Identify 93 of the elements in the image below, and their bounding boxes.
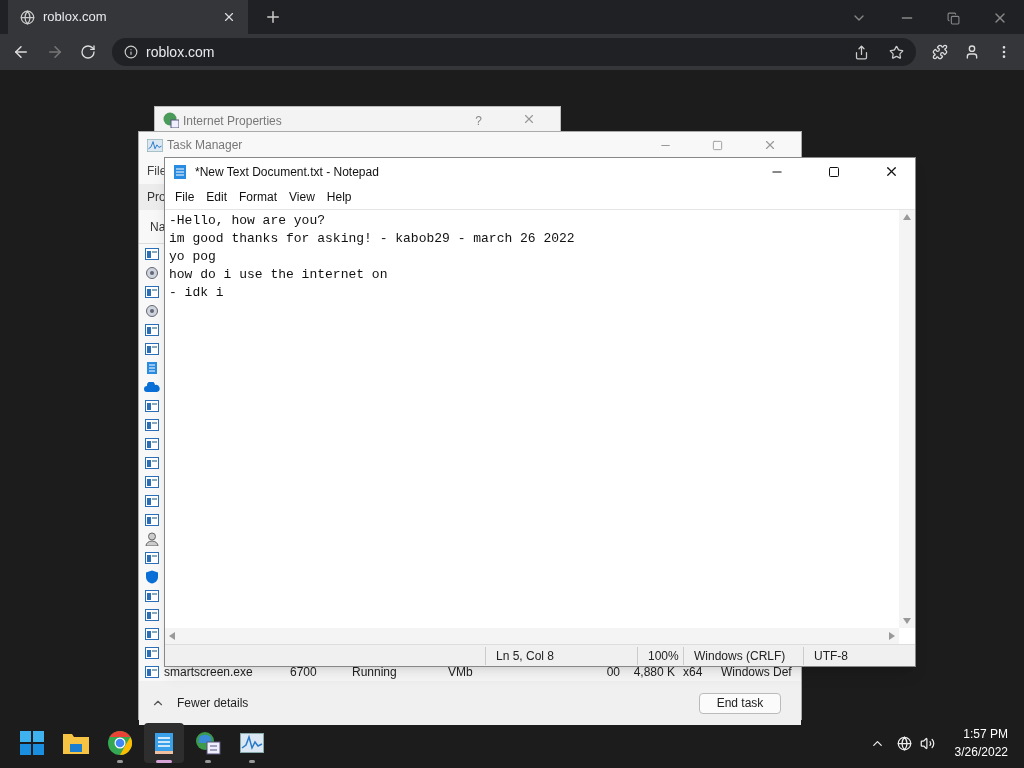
menu-item[interactable]: View (283, 188, 321, 206)
restore-icon[interactable] (947, 11, 960, 25)
info-icon (124, 45, 138, 59)
folder-icon (63, 732, 89, 754)
text-line: how do i use the internet on (169, 266, 389, 284)
window-icon (145, 589, 159, 602)
browser-tab[interactable]: roblox.com (8, 0, 248, 34)
scroll-up-icon[interactable] (903, 214, 911, 220)
status-item: 100% (637, 646, 683, 665)
globe-settings-icon (163, 112, 179, 128)
chrome-icon (108, 731, 132, 755)
running-indicator (156, 760, 172, 763)
maximize-icon[interactable] (828, 165, 840, 178)
window-icon (145, 551, 159, 564)
cloud-icon (144, 381, 160, 392)
window-icon (145, 399, 159, 412)
status-item: Windows (CRLF) (683, 646, 803, 665)
new-tab-icon[interactable] (264, 8, 282, 26)
window-title: Task Manager (167, 137, 244, 154)
table-cell-text: x64 (682, 663, 704, 681)
window-icon (145, 456, 159, 469)
window-icon (145, 418, 159, 431)
clock-date[interactable]: 3/26/2022 (954, 743, 1008, 761)
table-cell-text: VMb (448, 663, 474, 681)
text-line: yo pog (169, 248, 217, 266)
network-icon[interactable] (896, 735, 912, 751)
clock-time[interactable]: 1:57 PM (963, 725, 1008, 743)
window-icon (145, 437, 159, 450)
menu-item[interactable]: File (169, 188, 201, 206)
menu-item[interactable]: Help (320, 188, 358, 206)
start-icon (20, 731, 44, 755)
table-cell-text: Running (352, 663, 398, 681)
task-manager-icon (240, 733, 264, 753)
window-icon (145, 627, 159, 640)
table-cell-text: smartscreen.exe (163, 663, 254, 681)
back-icon[interactable] (12, 43, 30, 61)
fewer-details-link[interactable]: Fewer details (177, 694, 687, 712)
vertical-scrollbar[interactable] (899, 210, 915, 628)
volume-icon[interactable] (919, 735, 935, 751)
address-text: roblox.com (146, 42, 216, 62)
task-manager-icon (147, 138, 163, 152)
horizontal-scrollbar[interactable] (165, 628, 899, 644)
window-icon (145, 247, 159, 260)
globe-icon (20, 9, 35, 25)
menu-item[interactable]: Edit (200, 188, 234, 206)
window-icon (145, 513, 159, 526)
running-indicator (205, 760, 211, 763)
window-title: Internet Properties (183, 113, 283, 130)
reload-icon[interactable] (80, 44, 96, 60)
column-header: Na (150, 218, 166, 236)
status-item: UTF-8 (803, 646, 893, 665)
globe-settings-icon (195, 731, 221, 755)
taskbar-app[interactable] (144, 723, 184, 763)
window-icon (145, 323, 159, 336)
scroll-down-icon[interactable] (903, 618, 911, 624)
window-icon (145, 665, 159, 678)
person-icon (145, 531, 159, 546)
notepad-icon (146, 360, 158, 375)
window-icon (145, 494, 159, 507)
table-cell-text: 00 (605, 663, 620, 681)
menu-item[interactable]: Format (233, 188, 284, 206)
running-indicator (117, 760, 123, 763)
end-task-button[interactable]: End task (699, 692, 781, 714)
window-icon (145, 646, 159, 659)
window-icon (145, 475, 159, 488)
status-item: Ln 5, Col 8 (485, 646, 637, 665)
shield-icon (145, 569, 159, 584)
scroll-left-icon[interactable] (169, 632, 175, 640)
scroll-right-icon[interactable] (889, 632, 895, 640)
gear-icon (145, 303, 159, 318)
window-title: *New Text Document.txt - Notepad (195, 163, 380, 181)
star-icon[interactable] (889, 44, 904, 60)
address-bar[interactable]: roblox.com (112, 38, 916, 66)
text-line: -Hello, how are you? (169, 212, 327, 230)
forward-icon[interactable] (46, 43, 64, 61)
notepad-icon (173, 163, 187, 180)
extensions-icon[interactable] (932, 44, 948, 60)
table-cell-text: 6700 (290, 663, 318, 681)
gear-icon (145, 265, 159, 280)
tab-title: roblox.com (43, 8, 108, 27)
table-cell-text: 4,880 K (632, 663, 675, 681)
window-icon (145, 608, 159, 621)
table-cell-text: Windows Def (720, 663, 793, 681)
running-indicator (249, 760, 255, 763)
window-icon (145, 285, 159, 298)
share-icon[interactable] (854, 44, 869, 60)
close-icon[interactable] (884, 164, 899, 179)
profile-icon[interactable] (964, 44, 980, 60)
close-icon[interactable] (222, 10, 236, 24)
notepad-icon (154, 731, 174, 755)
window-icon (145, 342, 159, 355)
text-line: im good thanks for asking! - kabob29 - march 26 2022 (169, 230, 576, 248)
text-line: - idk i (169, 284, 225, 302)
